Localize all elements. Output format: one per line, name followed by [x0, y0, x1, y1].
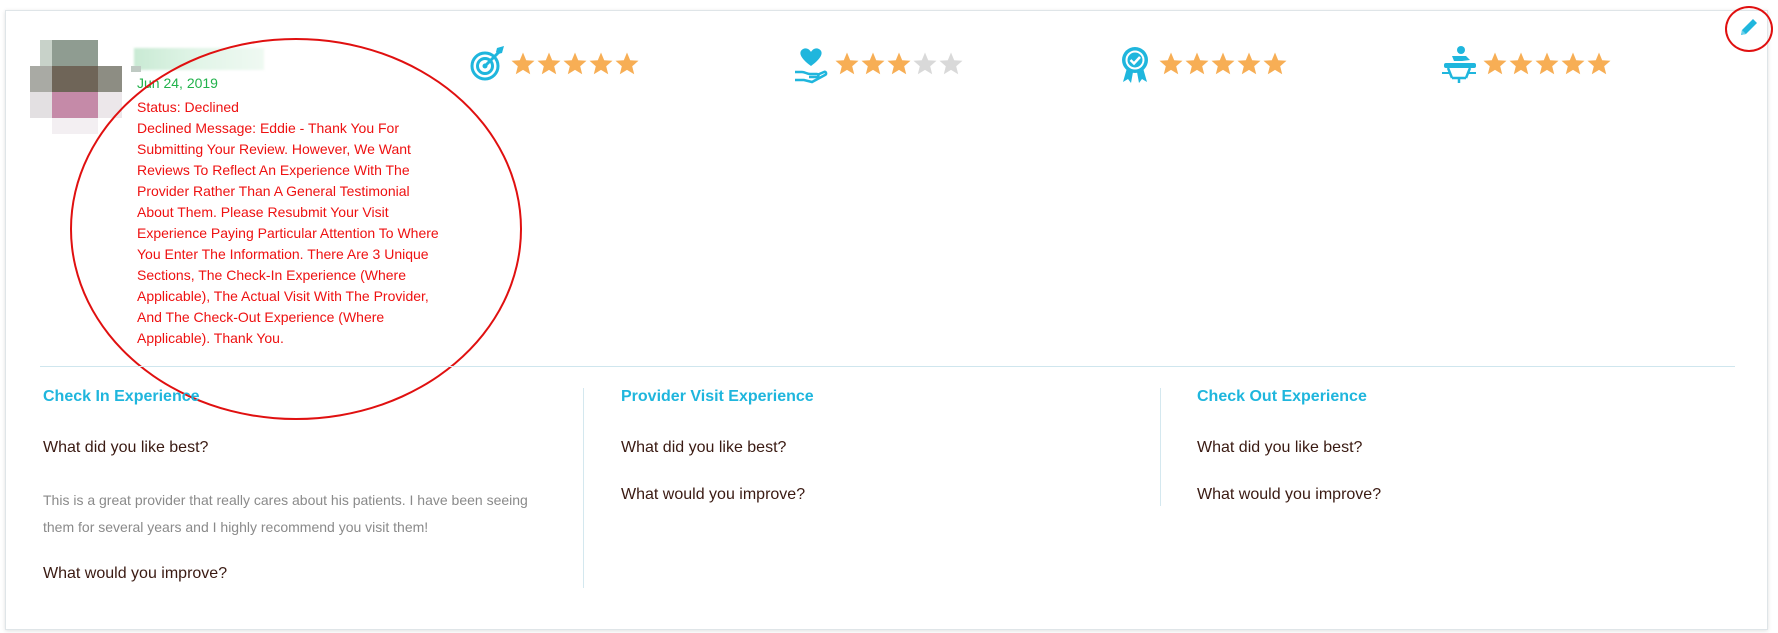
star-filled-icon [835, 52, 859, 75]
reviewer-name-redacted [134, 48, 264, 70]
section-title: Provider Visit Experience [621, 388, 814, 405]
star-filled-icon [1587, 52, 1611, 75]
star-filled-icon [1535, 52, 1559, 75]
edit-button[interactable] [1725, 6, 1773, 52]
rating-quality [1116, 44, 1288, 84]
section-divider [40, 366, 1735, 367]
star-filled-icon [1211, 52, 1235, 75]
declined-message: Declined Message: Eddie - Thank You For … [137, 120, 439, 346]
review-status: Status: Declined [137, 99, 239, 115]
heart-hand-icon [792, 44, 830, 84]
check-in-section: Check In Experience What did you like be… [43, 388, 528, 582]
rating-target [468, 44, 640, 84]
reviewer-name-redacted-mark [131, 66, 141, 72]
improve-question: What would you improve? [621, 486, 806, 503]
star-filled-icon [887, 52, 911, 75]
rating-care [792, 44, 964, 84]
column-divider [1160, 388, 1161, 506]
star-rating [510, 51, 640, 77]
star-filled-icon [511, 52, 535, 75]
star-filled-icon [1509, 52, 1533, 75]
star-filled-icon [1561, 52, 1585, 75]
target-icon [468, 44, 506, 84]
star-empty-icon [939, 52, 963, 75]
star-rating [834, 51, 964, 77]
massage-table-icon [1440, 44, 1478, 84]
star-filled-icon [1263, 52, 1287, 75]
improve-question: What would you improve? [43, 565, 228, 582]
avatar [30, 40, 122, 140]
star-filled-icon [615, 52, 639, 75]
award-ribbon-icon [1116, 44, 1154, 84]
star-filled-icon [1237, 52, 1261, 75]
liked-question: What did you like best? [1197, 439, 1363, 456]
column-divider [583, 388, 584, 588]
pencil-icon [1738, 16, 1760, 43]
star-filled-icon [1185, 52, 1209, 75]
star-rating [1482, 51, 1612, 77]
star-rating [1158, 51, 1288, 77]
star-filled-icon [563, 52, 587, 75]
provider-visit-section: Provider Visit Experience What did you l… [621, 388, 814, 503]
liked-question: What did you like best? [43, 439, 209, 456]
check-out-section: Check Out Experience What did you like b… [1197, 388, 1381, 503]
star-filled-icon [589, 52, 613, 75]
liked-question: What did you like best? [621, 439, 787, 456]
star-empty-icon [913, 52, 937, 75]
star-filled-icon [1159, 52, 1183, 75]
section-title: Check Out Experience [1197, 388, 1367, 405]
improve-question: What would you improve? [1197, 486, 1382, 503]
star-filled-icon [1483, 52, 1507, 75]
section-title: Check In Experience [43, 388, 200, 405]
star-filled-icon [861, 52, 885, 75]
review-date: Jun 24, 2019 [137, 75, 218, 91]
liked-answer: This is a great provider that really car… [43, 492, 528, 535]
rating-treatment [1440, 44, 1612, 84]
star-filled-icon [537, 52, 561, 75]
